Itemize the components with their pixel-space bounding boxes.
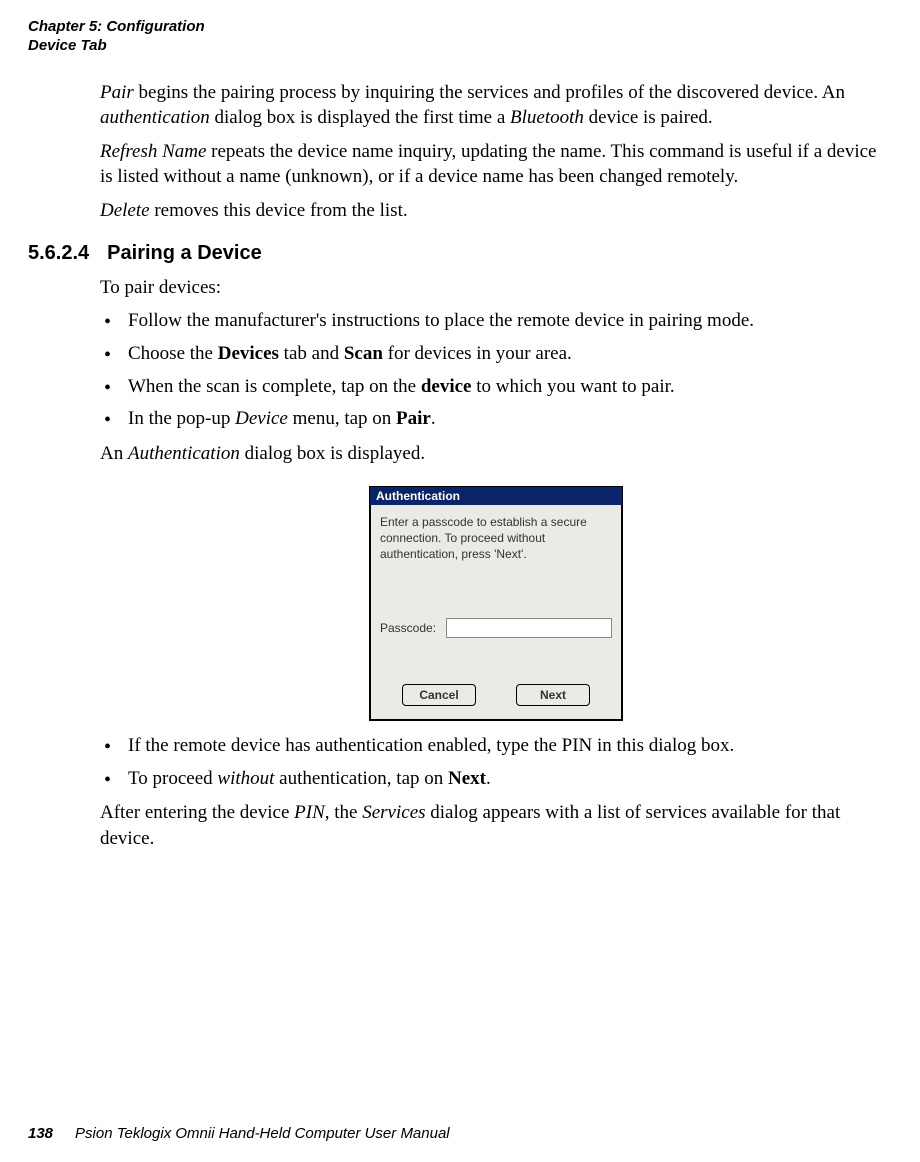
- term-authentication: authentication: [100, 107, 210, 128]
- dialog-button-row: Cancel Next: [380, 684, 612, 706]
- list-item: Choose the Devices tab and Scan for devi…: [100, 341, 892, 368]
- dialog-description: Enter a passcode to establish a secure c…: [380, 515, 612, 562]
- dialog-body: Enter a passcode to establish a secure c…: [370, 505, 622, 720]
- term-pair: Pair: [100, 82, 134, 103]
- cancel-button[interactable]: Cancel: [402, 684, 476, 706]
- passcode-input[interactable]: [446, 618, 612, 638]
- book-title: Psion Teklogix Omnii Hand-Held Computer …: [75, 1125, 450, 1142]
- header-line-1: Chapter 5: Configuration: [28, 18, 892, 37]
- list-item: To proceed without authentication, tap o…: [100, 766, 892, 793]
- body-intro: Pair begins the pairing process by inqui…: [100, 80, 892, 224]
- authentication-dialog: Authentication Enter a passcode to estab…: [369, 486, 623, 721]
- steps-list-a: Follow the manufacturer's instructions t…: [100, 308, 892, 432]
- page-header: Chapter 5: Configuration Device Tab: [28, 18, 892, 56]
- section-body: To pair devices: Follow the manufacturer…: [100, 275, 892, 852]
- document-page: Chapter 5: Configuration Device Tab Pair…: [0, 0, 920, 1162]
- dialog-titlebar: Authentication: [370, 487, 622, 505]
- term-refresh-name: Refresh Name: [100, 141, 206, 162]
- lead-text: To pair devices:: [100, 275, 892, 301]
- list-item: Follow the manufacturer's instructions t…: [100, 308, 892, 335]
- list-item: In the pop-up Device menu, tap on Pair.: [100, 406, 892, 433]
- header-line-2: Device Tab: [28, 37, 892, 56]
- auth-line: An Authentication dialog box is displaye…: [100, 441, 892, 467]
- page-footer: 138 Psion Teklogix Omnii Hand-Held Compu…: [28, 1125, 450, 1142]
- section-title: Pairing a Device: [107, 242, 262, 265]
- paragraph-pair: Pair begins the pairing process by inqui…: [100, 80, 892, 131]
- passcode-row: Passcode:: [380, 618, 612, 638]
- section-number: 5.6.2.4: [28, 242, 89, 265]
- dialog-wrap: Authentication Enter a passcode to estab…: [100, 486, 892, 721]
- term-delete: Delete: [100, 200, 150, 221]
- closing-paragraph: After entering the device PIN, the Servi…: [100, 800, 892, 851]
- section-heading: 5.6.2.4 Pairing a Device: [28, 242, 892, 265]
- list-item: If the remote device has authentication …: [100, 733, 892, 760]
- paragraph-refresh: Refresh Name repeats the device name inq…: [100, 139, 892, 190]
- paragraph-delete: Delete removes this device from the list…: [100, 198, 892, 224]
- list-item: When the scan is complete, tap on the de…: [100, 374, 892, 401]
- next-button[interactable]: Next: [516, 684, 590, 706]
- term-bluetooth: Bluetooth: [510, 107, 584, 128]
- passcode-label: Passcode:: [380, 621, 436, 635]
- steps-list-b: If the remote device has authentication …: [100, 733, 892, 792]
- page-number: 138: [28, 1125, 53, 1142]
